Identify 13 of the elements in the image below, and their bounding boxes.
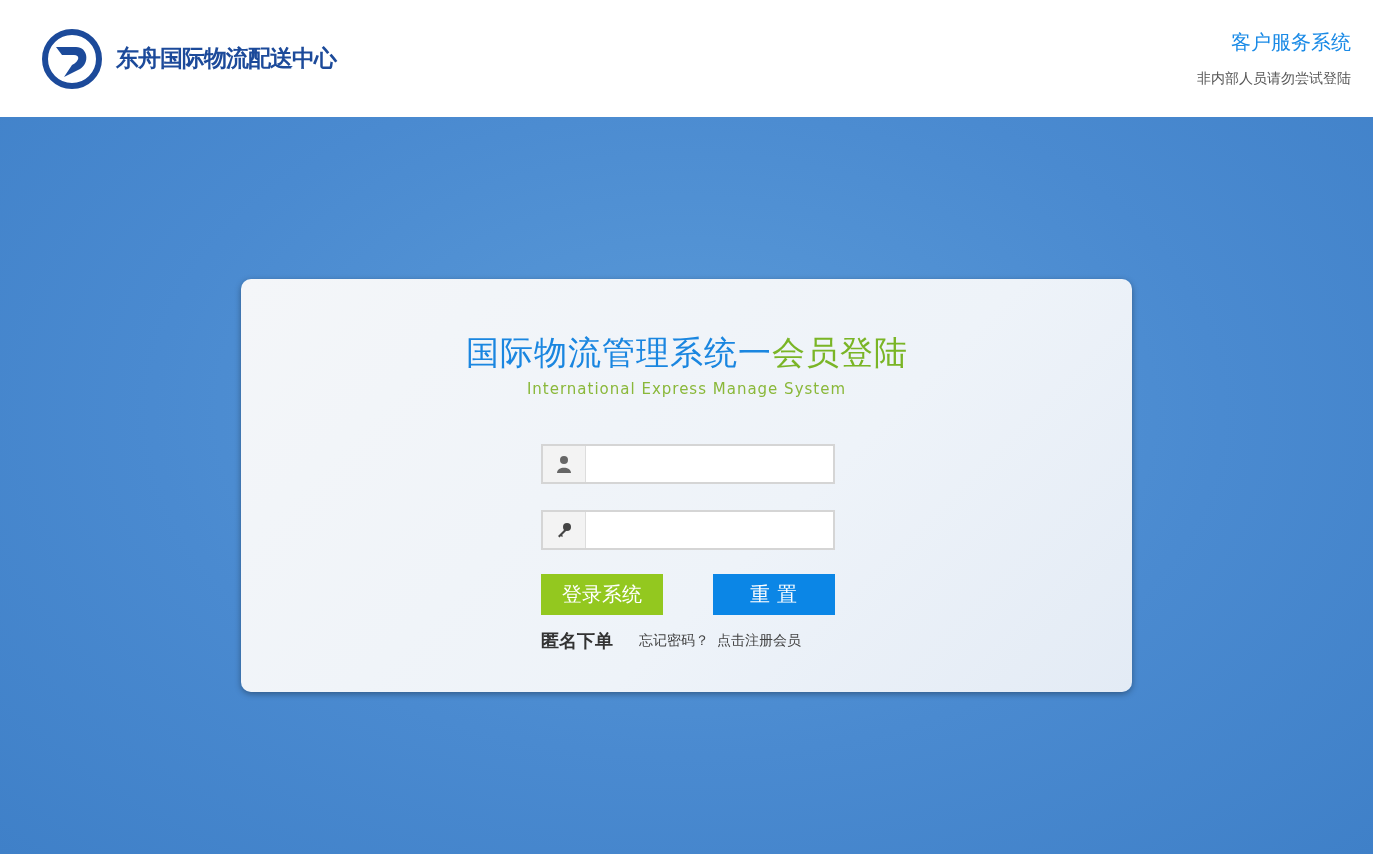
- forgot-password-link[interactable]: 忘记密码？: [638, 632, 709, 650]
- anonymous-order-link[interactable]: 匿名下单: [540, 629, 613, 653]
- logo-icon: [42, 28, 102, 89]
- login-title: 国际物流管理系统一会员登陆: [465, 332, 908, 374]
- person-icon: [555, 455, 572, 473]
- login-subtitle: International Express Manage System: [526, 380, 847, 398]
- logo-text: 东舟国际物流配送中心: [116, 43, 336, 73]
- system-name: 客户服务系统: [1231, 29, 1351, 56]
- password-field[interactable]: [540, 510, 835, 550]
- register-link[interactable]: 点击注册会员: [716, 632, 801, 650]
- reset-button[interactable]: 重 置: [712, 574, 835, 615]
- notice-text: 非内部人员请勿尝试登陆: [1197, 70, 1351, 88]
- username-field[interactable]: [540, 444, 835, 484]
